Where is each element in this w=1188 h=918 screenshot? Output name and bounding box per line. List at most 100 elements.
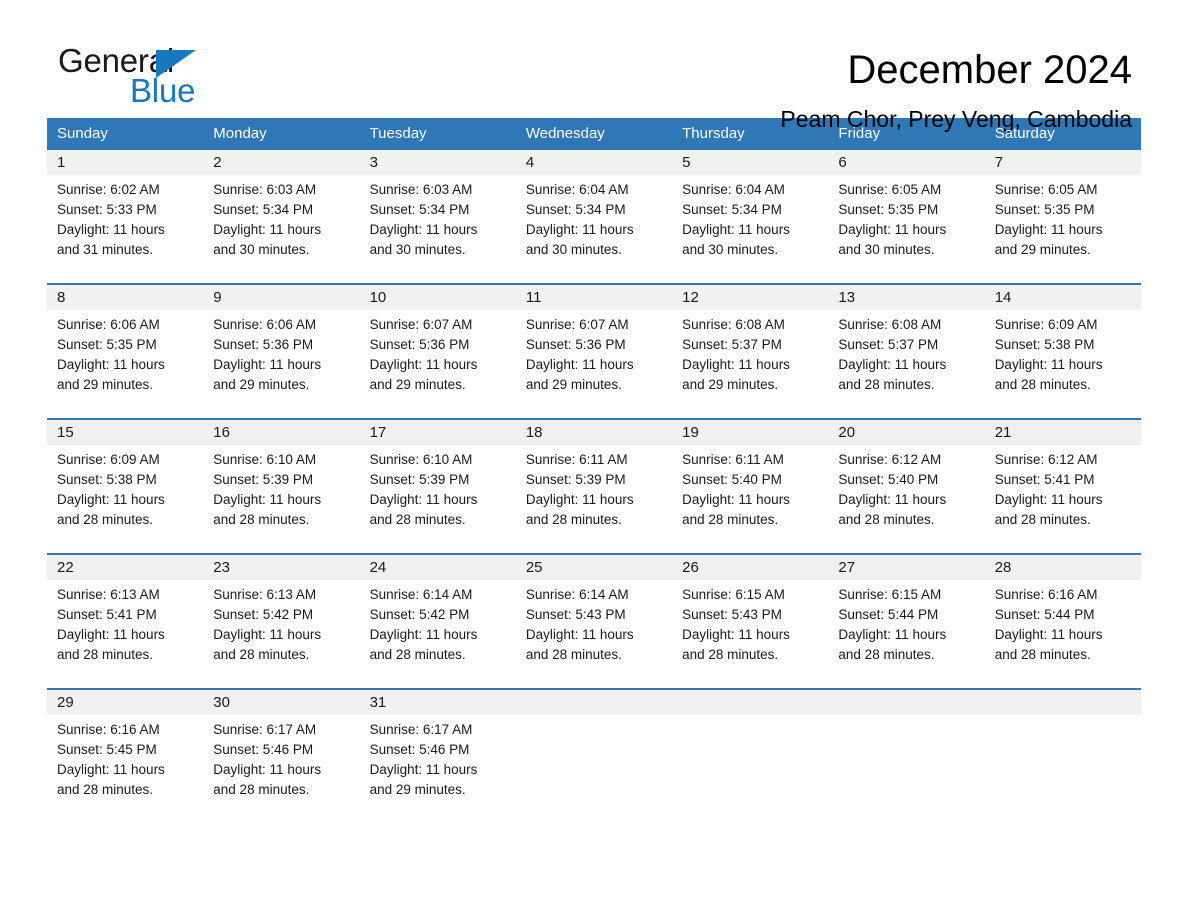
day-number[interactable]: 15 xyxy=(47,418,204,445)
daylight-text-line1: Daylight: 11 hours xyxy=(994,357,1103,372)
day-number[interactable]: 12 xyxy=(672,283,829,310)
day-cell[interactable]: Sunrise: 6:15 AM Sunset: 5:44 PM Daylight:… xyxy=(828,580,985,689)
day-cell[interactable]: Sunrise: 6:13 AM Sunset: 5:41 PM Daylight:… xyxy=(47,580,204,689)
day-cell[interactable]: Sunrise: 6:13 AM Sunset: 5:42 PM Daylight:… xyxy=(203,580,360,689)
day-cell[interactable]: Sunrise: 6:07 AM Sunset: 5:36 PM Daylight:… xyxy=(515,310,673,419)
calendar-body: 1 2 3 4 5 6 7 Sunrise: 6:02 AM Sunset: 5:33 PM Da… xyxy=(47,150,1141,824)
sunrise-text: Sunrise: 6:02 AM xyxy=(57,182,160,197)
daylight-text-line1: Daylight: 11 hours xyxy=(682,357,790,372)
day-number[interactable]: 23 xyxy=(203,553,360,580)
sunrise-text: Sunrise: 6:05 AM xyxy=(994,182,1098,197)
day-cell[interactable]: Sunrise: 6:16 AM Sunset: 5:45 PM Daylight:… xyxy=(47,715,204,824)
day-cell[interactable]: Sunrise: 6:14 AM Sunset: 5:43 PM Daylight:… xyxy=(515,580,673,689)
day-number[interactable]: 29 xyxy=(47,688,204,715)
sunset-text: Sunset: 5:34 PM xyxy=(525,202,626,217)
day-cell[interactable]: Sunrise: 6:05 AM Sunset: 5:35 PM Daylight:… xyxy=(828,175,985,284)
week-daynum-row: 1234567 xyxy=(47,150,1141,175)
sunset-text: Sunset: 5:40 PM xyxy=(682,472,782,487)
sunset-text: Sunset: 5:35 PM xyxy=(57,337,157,352)
day-cell[interactable]: Sunrise: 6:03 AM Sunset: 5:34 PM Daylight:… xyxy=(359,175,516,284)
day-number[interactable]: 2 xyxy=(203,150,360,175)
day-cell[interactable]: Sunrise: 6:03 AM Sunset: 5:34 PM Daylight:… xyxy=(203,175,360,284)
daylight-text-line1: Daylight: 11 hours xyxy=(994,627,1103,642)
day-number[interactable]: 3 xyxy=(359,150,516,175)
daylight-text-line1: Daylight: 11 hours xyxy=(838,222,947,237)
daylight-text-line2: and 30 minutes. xyxy=(838,242,935,257)
day-cell[interactable]: Sunrise: 6:17 AM Sunset: 5:46 PM Daylight:… xyxy=(359,715,516,824)
day-cell[interactable]: Sunrise: 6:10 AM Sunset: 5:39 PM Daylight:… xyxy=(203,445,360,554)
day-number[interactable]: 30 xyxy=(203,688,360,715)
day-cell[interactable]: Sunrise: 6:04 AM Sunset: 5:34 PM Daylight:… xyxy=(515,175,673,284)
day-cell[interactable]: Sunrise: 6:12 AM Sunset: 5:41 PM Daylight:… xyxy=(984,445,1141,554)
daylight-text-line1: Daylight: 11 hours xyxy=(57,627,165,642)
week-daynum-row: 22 23 24 25 26 27 28 xyxy=(47,553,1141,580)
day-cell[interactable]: Sunrise: 6:06 AM Sunset: 5:35 PM Daylight:… xyxy=(47,310,204,419)
day-cell[interactable]: Sunrise: 6:14 AM Sunset: 5:42 PM Daylight:… xyxy=(359,580,516,689)
daylight-text-line2: and 29 minutes. xyxy=(994,242,1091,257)
sunset-text: Sunset: 5:33 PM xyxy=(57,202,157,217)
day-number[interactable]: 16 xyxy=(203,418,360,445)
day-cell[interactable]: Sunrise: 6:09 AM Sunset: 5:38 PM Daylight:… xyxy=(984,310,1141,419)
generalblue-logo[interactable]: General Blue xyxy=(58,44,218,116)
day-cell[interactable]: Sunrise: 6:15 AM Sunset: 5:43 PM Daylight:… xyxy=(672,580,829,689)
day-number[interactable]: 9 xyxy=(203,283,360,310)
daylight-text-line1: Daylight: 11 hours xyxy=(525,627,634,642)
day-cell[interactable]: Sunrise: 6:09 AM Sunset: 5:38 PM Daylight:… xyxy=(47,445,204,554)
daylight-text-line2: and 28 minutes. xyxy=(682,512,779,527)
day-cell[interactable]: Sunrise: 6:02 AM Sunset: 5:33 PM Daylight:… xyxy=(47,175,204,284)
day-cell[interactable]: Sunrise: 6:16 AM Sunset: 5:44 PM Daylight:… xyxy=(984,580,1141,689)
sunset-text: Sunset: 5:36 PM xyxy=(369,337,470,352)
sunrise-text: Sunrise: 6:07 AM xyxy=(525,317,629,332)
day-number[interactable]: 21 xyxy=(984,418,1141,445)
day-cell[interactable]: Sunrise: 6:17 AM Sunset: 5:46 PM Daylight:… xyxy=(203,715,360,824)
day-number[interactable]: 18 xyxy=(515,418,673,445)
day-number[interactable]: 19 xyxy=(672,418,829,445)
day-cell[interactable]: Sunrise: 6:12 AM Sunset: 5:40 PM Daylight:… xyxy=(828,445,985,554)
day-number[interactable]: 13 xyxy=(828,283,985,310)
day-cell[interactable]: Sunrise: 6:06 AM Sunset: 5:36 PM Daylight:… xyxy=(203,310,360,419)
sunset-text: Sunset: 5:34 PM xyxy=(369,202,470,217)
day-number[interactable]: 5 xyxy=(672,150,829,175)
day-number-empty xyxy=(984,688,1141,715)
sunset-text: Sunset: 5:46 PM xyxy=(369,742,470,757)
day-number[interactable]: 6 xyxy=(828,150,985,175)
day-number[interactable]: 26 xyxy=(672,553,829,580)
daylight-text-line2: and 28 minutes. xyxy=(994,647,1091,662)
day-number[interactable]: 10 xyxy=(359,283,516,310)
day-cell[interactable]: Sunrise: 6:11 AM Sunset: 5:39 PM Daylight:… xyxy=(515,445,673,554)
day-cell[interactable]: Sunrise: 6:08 AM Sunset: 5:37 PM Daylight:… xyxy=(828,310,985,419)
day-number[interactable]: 7 xyxy=(984,150,1141,175)
sunset-text: Sunset: 5:40 PM xyxy=(838,472,939,487)
day-number[interactable]: 8 xyxy=(47,283,204,310)
calendar-page: General Blue December 2024 Peam Chor, Pr… xyxy=(0,0,1188,918)
day-number[interactable]: 17 xyxy=(359,418,516,445)
sunrise-text: Sunrise: 6:14 AM xyxy=(525,587,629,602)
sunset-text: Sunset: 5:36 PM xyxy=(213,337,314,352)
day-number[interactable]: 25 xyxy=(515,553,673,580)
sunrise-text: Sunrise: 6:06 AM xyxy=(57,317,160,332)
day-cell[interactable]: Sunrise: 6:04 AM Sunset: 5:34 PM Daylight:… xyxy=(672,175,829,284)
day-number[interactable]: 4 xyxy=(515,150,673,175)
daylight-text-line1: Daylight: 11 hours xyxy=(369,627,478,642)
day-number[interactable]: 28 xyxy=(984,553,1141,580)
page-subtitle: Peam Chor, Prey Veng, Cambodia xyxy=(780,106,1132,132)
sunrise-text: Sunrise: 6:15 AM xyxy=(682,587,785,602)
day-number[interactable]: 1 xyxy=(47,150,204,175)
sunset-text: Sunset: 5:43 PM xyxy=(525,607,626,622)
day-cell[interactable]: Sunrise: 6:05 AM Sunset: 5:35 PM Daylight:… xyxy=(984,175,1141,284)
week-detail-row: Sunrise: 6:13 AM Sunset: 5:41 PM Daylight:… xyxy=(47,580,1141,689)
sunrise-text: Sunrise: 6:13 AM xyxy=(57,587,160,602)
day-number[interactable]: 20 xyxy=(828,418,985,445)
sunset-text: Sunset: 5:35 PM xyxy=(838,202,939,217)
day-number[interactable]: 22 xyxy=(47,553,204,580)
day-number[interactable]: 14 xyxy=(984,283,1141,310)
day-number[interactable]: 27 xyxy=(828,553,985,580)
day-number[interactable]: 11 xyxy=(515,283,673,310)
day-cell[interactable]: Sunrise: 6:08 AM Sunset: 5:37 PM Daylight:… xyxy=(672,310,829,419)
day-number[interactable]: 24 xyxy=(359,553,516,580)
day-number[interactable]: 31 xyxy=(359,688,516,715)
day-cell[interactable]: Sunrise: 6:11 AM Sunset: 5:40 PM Daylight:… xyxy=(672,445,829,554)
sunrise-text: Sunrise: 6:13 AM xyxy=(213,587,317,602)
day-cell[interactable]: Sunrise: 6:07 AM Sunset: 5:36 PM Daylight:… xyxy=(359,310,516,419)
day-cell[interactable]: Sunrise: 6:10 AM Sunset: 5:39 PM Daylight:… xyxy=(359,445,516,554)
